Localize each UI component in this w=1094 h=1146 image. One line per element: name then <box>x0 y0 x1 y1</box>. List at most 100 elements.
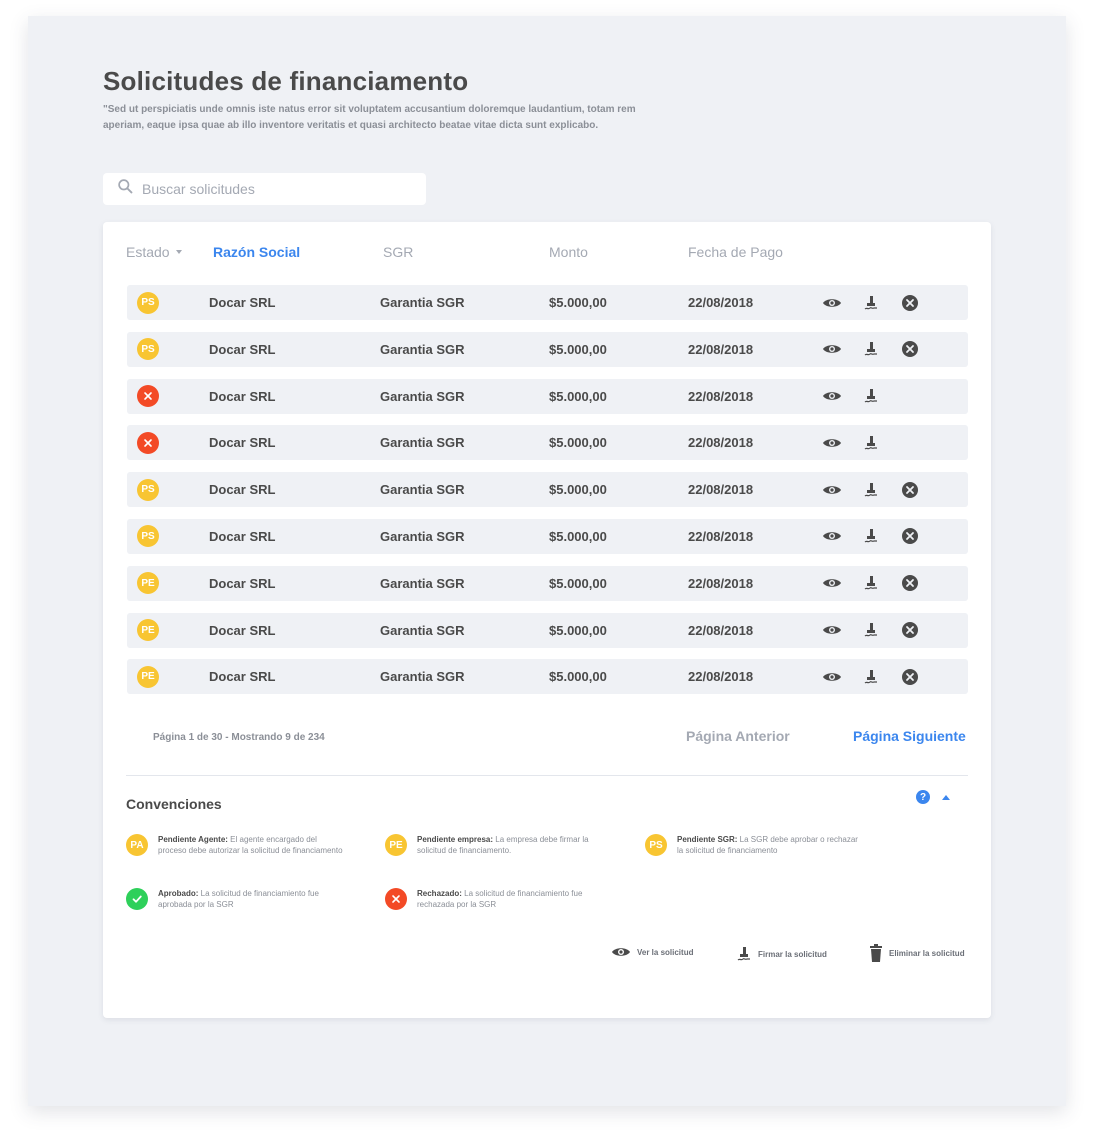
table-row[interactable]: PS Docar SRL Garantia SGR $5.000,00 22/08/20… <box>127 472 968 508</box>
status-cell: PE <box>137 613 159 648</box>
view-button[interactable] <box>820 566 844 601</box>
view-button[interactable] <box>820 472 844 507</box>
sign-button[interactable] <box>859 379 883 414</box>
pen-hand-icon <box>863 575 879 591</box>
delete-button[interactable] <box>898 566 922 601</box>
sgr-cell: Garantia SGR <box>380 388 465 404</box>
previous-page-button[interactable]: Página Anterior <box>686 728 790 744</box>
view-button[interactable] <box>820 659 844 694</box>
sgr-cell: Garantia SGR <box>380 482 465 498</box>
sgr-cell: Garantia SGR <box>380 622 465 638</box>
sign-button[interactable] <box>859 425 883 460</box>
table-row[interactable]: Docar SRL Garantia SGR $5.000,00 22/08/2018 <box>127 378 968 414</box>
view-button[interactable] <box>820 379 844 414</box>
next-page-button[interactable]: Página Siguiente <box>853 728 966 744</box>
sgr-cell: Garantia SGR <box>380 295 465 310</box>
help-icon[interactable]: ? <box>916 790 930 804</box>
close-circle-icon <box>902 481 918 498</box>
legend-sign: Firmar la solicitud <box>736 946 827 962</box>
table-row[interactable]: PS Docar SRL Garantia SGR $5.000,00 22/08/20… <box>127 518 968 554</box>
status-cell: PS <box>137 285 159 320</box>
razon-social-cell: Docar SRL <box>209 341 276 357</box>
delete-button[interactable] <box>898 613 922 648</box>
eye-icon <box>822 297 842 309</box>
sign-button[interactable] <box>859 472 883 507</box>
convention-badge: PS <box>645 834 667 856</box>
table-row[interactable]: PS Docar SRL Garantia SGR $5.000,00 22/08/20… <box>127 331 968 367</box>
sign-button[interactable] <box>859 519 883 554</box>
convention-badge: PE <box>385 834 407 856</box>
page-description: "Sed ut perspiciatis unde omnis iste nat… <box>103 104 636 131</box>
close-icon <box>142 437 154 449</box>
requests-card: Estado Razón Social SGR Monto Fecha de P… <box>103 222 991 1018</box>
table-row[interactable]: PE Docar SRL Garantia SGR $5.000,00 22/08/20… <box>127 612 968 648</box>
search-input[interactable] <box>142 181 402 197</box>
check-icon <box>131 893 143 905</box>
fecha-cell: 22/08/2018 <box>688 528 754 544</box>
monto-cell: $5.000,00 <box>549 435 607 451</box>
sign-button[interactable] <box>859 285 883 320</box>
delete-button[interactable] <box>898 332 922 367</box>
convention-item: Rechazado: La solicitud de financiamient… <box>385 888 605 910</box>
sign-button[interactable] <box>859 659 883 694</box>
close-circle-icon <box>902 622 918 639</box>
status-badge: PE <box>137 665 159 688</box>
table-row[interactable]: PE Docar SRL Garantia SGR $5.000,00 22/08/20… <box>127 659 968 695</box>
sgr-cell: Garantia SGR <box>380 435 465 451</box>
sgr-cell: Garantia SGR <box>380 341 465 357</box>
status-cell: PS <box>137 472 159 507</box>
sgr-cell: Garantia SGR <box>380 575 465 591</box>
fecha-cell: 22/08/2018 <box>688 575 754 591</box>
delete-button[interactable] <box>898 659 922 694</box>
pen-hand-icon <box>863 622 879 638</box>
close-circle-icon <box>902 575 918 592</box>
sgr-cell: Garantia SGR <box>380 669 465 685</box>
divider <box>126 775 968 776</box>
convention-text: Pendiente Agente: El agente encargado de… <box>158 834 346 856</box>
convention-badge: PA <box>126 834 148 856</box>
table-row[interactable]: PE Docar SRL Garantia SGR $5.000,00 22/08/20… <box>127 565 968 601</box>
monto-cell: $5.000,00 <box>549 622 607 638</box>
pen-hand-icon <box>737 947 750 961</box>
column-fecha-pago[interactable]: Fecha de Pago <box>688 244 783 260</box>
razon-social-cell: Docar SRL <box>209 435 276 451</box>
table-row[interactable]: Docar SRL Garantia SGR $5.000,00 22/08/2018 <box>127 425 968 461</box>
delete-button[interactable] <box>898 472 922 507</box>
convention-item: Aprobado: La solicitud de financiamiento… <box>126 888 346 910</box>
delete-button[interactable] <box>898 285 922 320</box>
close-circle-icon <box>902 341 918 358</box>
status-badge <box>137 385 159 408</box>
monto-cell: $5.000,00 <box>549 341 607 357</box>
search-box[interactable] <box>103 173 426 205</box>
close-circle-icon <box>902 528 918 545</box>
pen-hand-icon <box>863 388 879 404</box>
monto-cell: $5.000,00 <box>549 575 607 591</box>
delete-button[interactable] <box>898 519 922 554</box>
monto-cell: $5.000,00 <box>549 669 607 685</box>
view-button[interactable] <box>820 332 844 367</box>
convention-label: Pendiente SGR: <box>677 835 738 844</box>
sign-button[interactable] <box>859 566 883 601</box>
column-estado[interactable]: Estado <box>126 244 182 260</box>
status-badge: PE <box>137 619 159 642</box>
chevron-down-icon <box>175 250 182 254</box>
column-razon-social[interactable]: Razón Social <box>213 244 300 260</box>
convention-item: PS Pendiente SGR: La SGR debe aprobar o r… <box>645 834 865 856</box>
status-badge: PS <box>137 478 159 501</box>
table-row[interactable]: PS Docar SRL Garantia SGR $5.000,00 22/08/20… <box>127 285 968 320</box>
view-button[interactable] <box>820 285 844 320</box>
column-sgr[interactable]: SGR <box>383 244 413 260</box>
view-button[interactable] <box>820 425 844 460</box>
view-button[interactable] <box>820 519 844 554</box>
chevron-up-icon[interactable] <box>942 795 950 800</box>
column-monto[interactable]: Monto <box>549 244 588 260</box>
pen-hand-icon <box>863 341 879 357</box>
monto-cell: $5.000,00 <box>549 482 607 498</box>
convention-text: Rechazado: La solicitud de financiamient… <box>417 888 605 910</box>
sign-button[interactable] <box>859 332 883 367</box>
monto-cell: $5.000,00 <box>549 388 607 404</box>
status-badge: PE <box>137 572 159 595</box>
view-button[interactable] <box>820 613 844 648</box>
sign-button[interactable] <box>859 613 883 648</box>
convention-badge <box>385 888 407 910</box>
